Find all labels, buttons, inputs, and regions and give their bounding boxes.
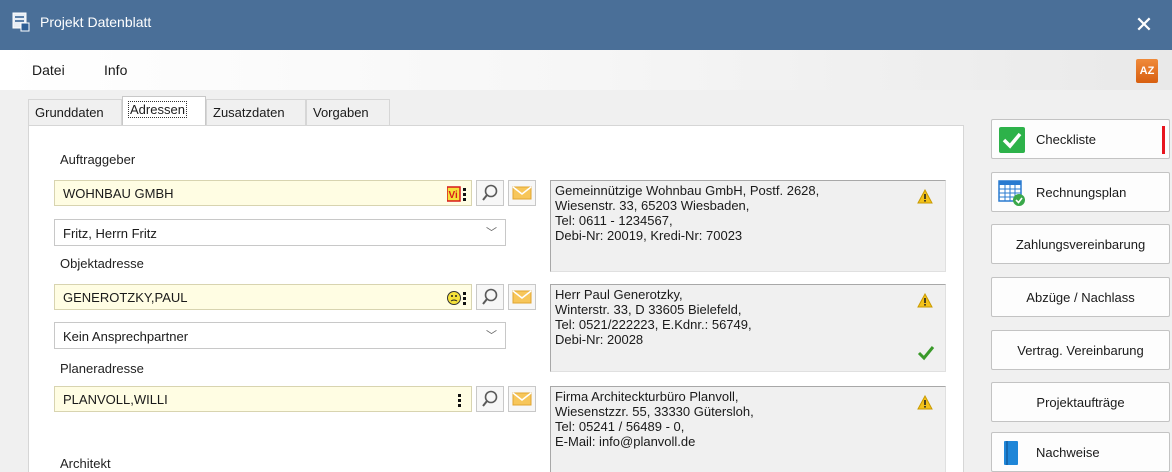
search-button-planeradresse[interactable] xyxy=(476,386,504,412)
az-sort-icon[interactable]: AZ xyxy=(1136,59,1158,83)
nachweise-button[interactable]: Nachweise xyxy=(991,432,1170,472)
tab-adressen[interactable]: Adressen xyxy=(122,96,206,125)
label-objektadresse: Objektadresse xyxy=(60,256,144,271)
smiley-marker-icon xyxy=(447,291,466,305)
tab-zusatzdaten[interactable]: Zusatzdaten xyxy=(206,99,306,125)
chevron-down-icon: ﹀ xyxy=(486,330,497,342)
drag-handle-icon xyxy=(458,394,461,407)
checkliste-button[interactable]: Checkliste xyxy=(991,119,1170,159)
search-button-objektadresse[interactable] xyxy=(476,284,504,310)
search-button-auftraggeber[interactable] xyxy=(476,180,504,206)
title-bar: Projekt Datenblatt ✕ xyxy=(0,0,1172,50)
planeradresse-input[interactable]: PLANVOLL,WILLI xyxy=(54,386,472,412)
calendar-plan-icon xyxy=(998,180,1025,206)
tab-vorgaben[interactable]: Vorgaben xyxy=(306,99,390,125)
chevron-down-icon: ﹀ xyxy=(486,227,497,239)
label-auftraggeber: Auftraggeber xyxy=(60,152,136,167)
magnifier-icon xyxy=(482,288,498,305)
auftraggeber-contact-select[interactable]: Fritz, Herrn Fritz ﹀ xyxy=(54,219,506,246)
envelope-icon xyxy=(512,186,532,200)
red-status-marker xyxy=(1162,126,1165,154)
zahlungsvereinbarung-button[interactable]: Zahlungsvereinbarung xyxy=(991,224,1170,264)
menu-info[interactable]: Info xyxy=(104,62,127,78)
envelope-icon xyxy=(512,290,532,304)
auftraggeber-input[interactable]: WOHNBAU GMBH Vi xyxy=(54,180,472,206)
abzuege-nachlass-button[interactable]: Abzüge / Nachlass xyxy=(991,277,1170,317)
warning-icon xyxy=(917,395,933,410)
magnifier-icon xyxy=(482,390,498,407)
mail-button-planeradresse[interactable] xyxy=(508,386,536,412)
checkmark-icon xyxy=(917,346,935,361)
app-icon xyxy=(12,12,30,32)
objektadresse-info: Herr Paul Generotzky, Winterstr. 33, D 3… xyxy=(550,284,946,372)
objektadresse-input[interactable]: GENEROTZKY,PAUL xyxy=(54,284,472,310)
rechnungsplan-button[interactable]: Rechnungsplan xyxy=(991,172,1170,212)
mail-button-auftraggeber[interactable] xyxy=(508,180,536,206)
warning-icon xyxy=(917,293,933,308)
auftraggeber-info: Gemeinnützige Wohnbau GmbH, Postf. 2628,… xyxy=(550,180,946,272)
projektauftraege-button[interactable]: Projektaufträge xyxy=(991,382,1170,422)
checklist-check-icon xyxy=(999,127,1025,153)
menu-datei[interactable]: Datei xyxy=(32,62,65,78)
label-planeradresse: Planeradresse xyxy=(60,361,144,376)
label-architekt: Architekt xyxy=(60,456,111,471)
magnifier-icon xyxy=(482,184,498,201)
window-title: Projekt Datenblatt xyxy=(40,14,152,30)
blue-book-icon xyxy=(1004,441,1018,465)
vi-marker-icon: Vi xyxy=(447,186,466,202)
close-button[interactable]: ✕ xyxy=(1116,0,1172,50)
vertrag-vereinbarung-button[interactable]: Vertrag. Vereinbarung xyxy=(991,330,1170,370)
envelope-icon xyxy=(512,392,532,406)
menu-bar: Datei Info xyxy=(0,50,1172,90)
objektadresse-contact-select[interactable]: Kein Ansprechpartner ﹀ xyxy=(54,322,506,349)
warning-icon xyxy=(917,189,933,204)
svg-text:Vi: Vi xyxy=(449,190,458,201)
tab-grunddaten[interactable]: Grunddaten xyxy=(28,99,122,125)
planeradresse-info: Firma Architeckturbüro Planvoll, Wiesens… xyxy=(550,386,946,472)
mail-button-objektadresse[interactable] xyxy=(508,284,536,310)
